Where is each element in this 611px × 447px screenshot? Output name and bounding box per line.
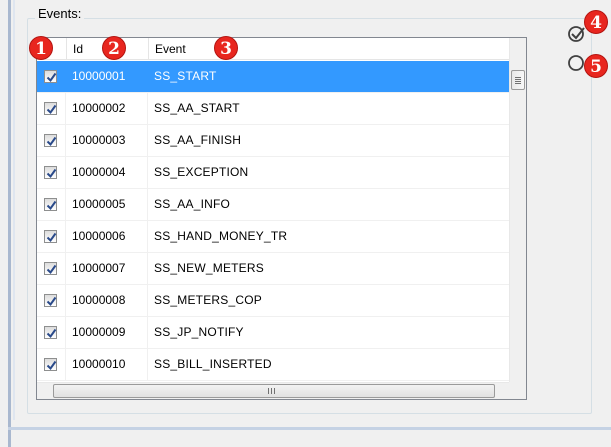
thumb-grip [268,388,269,394]
left-border-inner [13,0,15,420]
checkmark-icon [46,104,57,115]
row-id: 10000006 [67,221,148,252]
row-checkbox[interactable] [44,198,57,211]
scrollbar-corner [509,382,526,399]
table-row[interactable]: 10000010 SS_BILL_INSERTED [37,349,509,381]
thumb-grip [515,83,521,84]
checkmark-icon [46,360,57,371]
annotation-badge-5: 5 [584,54,608,78]
header-event-label: Event [155,42,186,56]
table-row[interactable]: 10000001 SS_START [37,61,509,93]
annotation-badge-2: 2 [102,36,126,60]
list-rows: 10000001 SS_START 10000002 SS_AA_START 1… [37,61,509,381]
row-id: 10000009 [67,317,148,348]
row-id: 10000002 [67,93,148,124]
table-row[interactable]: 10000009 SS_JP_NOTIFY [37,317,509,349]
checkmark-icon [46,328,57,339]
annotation-badge-4: 4 [584,10,608,34]
thumb-grip [271,388,272,394]
table-row[interactable]: 10000005 SS_AA_INFO [37,189,509,221]
bottom-border [8,427,611,430]
events-group-label: Events: [35,6,85,21]
row-event: SS_HAND_MONEY_TR [154,229,288,243]
annotation-badge-3: 3 [214,36,238,60]
row-event: SS_START [154,69,217,83]
vertical-scrollbar[interactable] [509,38,526,382]
row-event: SS_EXCEPTION [154,165,249,179]
checkmark-icon [46,232,57,243]
row-checkbox[interactable] [44,294,57,307]
row-event: SS_BILL_INSERTED [154,357,272,371]
row-event: SS_AA_FINISH [154,133,242,147]
row-checkbox[interactable] [44,358,57,371]
row-check-cell [37,349,66,380]
row-checkbox[interactable] [44,70,57,83]
row-event: SS_JP_NOTIFY [154,325,244,339]
row-check-cell [37,317,66,348]
checkmark-icon [46,200,57,211]
checkmark-icon [46,72,57,83]
table-row[interactable]: 10000004 SS_EXCEPTION [37,157,509,189]
left-border [8,0,11,447]
row-check-cell [37,61,66,92]
thumb-grip [515,79,521,80]
row-id: 10000008 [67,285,148,316]
row-id: 10000005 [67,189,148,220]
row-check-cell [37,221,66,252]
checkmark-icon [46,264,57,275]
row-checkbox[interactable] [44,326,57,339]
table-row[interactable]: 10000006 SS_HAND_MONEY_TR [37,221,509,253]
checkmark-icon [46,296,57,307]
row-checkbox[interactable] [44,230,57,243]
row-id: 10000010 [67,349,148,380]
annotation-badge-1: 1 [29,36,53,60]
row-id: 10000003 [67,125,148,156]
row-event: SS_NEW_METERS [154,261,264,275]
row-checkbox[interactable] [44,262,57,275]
table-row[interactable]: 10000008 SS_METERS_COP [37,285,509,317]
row-check-cell [37,285,66,316]
horizontal-scroll-thumb[interactable] [53,384,495,398]
window-frame: Events: Id Event 10000001 SS_START 10000… [0,0,611,447]
row-check-cell [37,189,66,220]
events-list[interactable]: Id Event 10000001 SS_START 10000002 SS_A… [36,37,527,400]
table-row[interactable]: 10000002 SS_AA_START [37,93,509,125]
header-event-column[interactable]: Event [149,38,509,60]
row-event: SS_AA_INFO [154,197,231,211]
row-check-cell [37,125,66,156]
header-id-label: Id [73,42,84,56]
table-row[interactable]: 10000007 SS_NEW_METERS [37,253,509,285]
table-row[interactable]: 10000003 SS_AA_FINISH [37,125,509,157]
row-event: SS_AA_START [154,101,240,115]
row-id: 10000001 [67,61,148,92]
row-check-cell [37,253,66,284]
row-id: 10000004 [67,157,148,188]
thumb-grip [515,81,521,82]
row-check-cell [37,93,66,124]
thumb-grip [274,388,275,394]
row-id: 10000007 [67,253,148,284]
checkmark-icon [46,136,57,147]
vertical-scroll-thumb[interactable] [511,70,525,90]
checkmark-icon [46,168,57,179]
thumb-grip [515,77,521,78]
row-check-cell [37,157,66,188]
row-checkbox[interactable] [44,134,57,147]
row-event: SS_METERS_COP [154,293,262,307]
horizontal-scrollbar[interactable] [37,382,509,399]
row-checkbox[interactable] [44,166,57,179]
row-checkbox[interactable] [44,102,57,115]
